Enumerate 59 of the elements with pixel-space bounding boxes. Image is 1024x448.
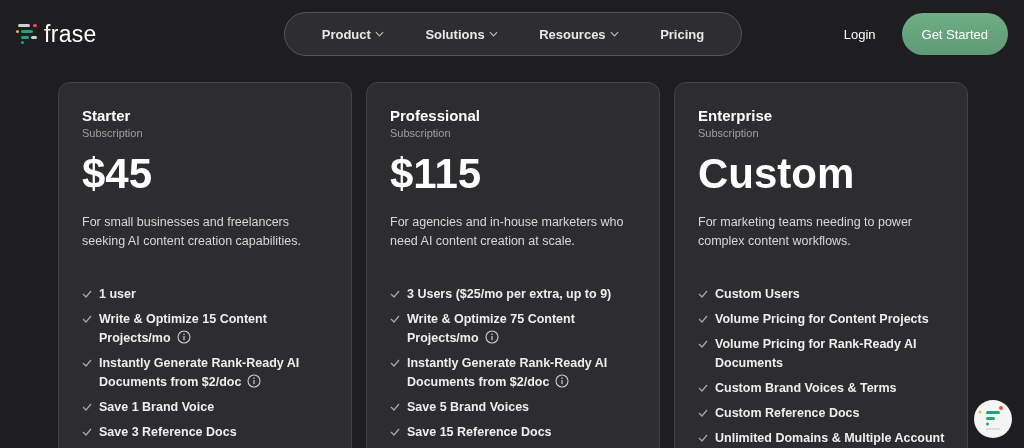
check-icon — [698, 315, 708, 324]
feature-text: Custom Users — [715, 286, 800, 304]
feature-text: Save 15 Reference Docs — [407, 424, 552, 442]
plan-name: Starter — [82, 107, 132, 124]
info-icon[interactable] — [176, 330, 191, 345]
check-icon — [698, 290, 708, 299]
chevron-down-icon — [488, 31, 498, 37]
feature-text: Save 1 Brand Voice — [99, 399, 215, 417]
logo-wordmark[interactable]: frase — [44, 20, 97, 48]
nav-link[interactable]: Pricing — [660, 26, 705, 42]
feature-text: Volume Pricing for Content Projects — [715, 311, 929, 329]
check-icon — [82, 290, 92, 299]
check-icon — [390, 403, 400, 412]
feature-text: Instantly Generate Rank-Ready AI Documents from $2/doc — [407, 355, 609, 392]
chevron-down-icon — [609, 31, 619, 37]
plan-price: $115 — [390, 151, 483, 198]
check-icon — [698, 384, 708, 393]
plan-description: For small businesses and freelancers seeking AI content creation capabilities. — [82, 214, 302, 251]
check-icon — [390, 359, 400, 368]
check-icon — [82, 428, 92, 437]
feature-text: Unlimited Domains & Multiple Account — [715, 430, 945, 448]
nav-link[interactable]: Solutions — [425, 26, 498, 42]
logo-icon[interactable] — [16, 23, 40, 45]
check-icon — [698, 340, 708, 349]
plan-type: Subscription — [698, 127, 760, 139]
info-icon[interactable] — [484, 330, 499, 345]
plan-type: Subscription — [390, 127, 452, 139]
check-icon — [698, 434, 708, 443]
feature-text: Custom Brand Voices & Terms — [715, 380, 897, 398]
feature-text: Write & Optimize 15 Content Projects/mo — [99, 311, 268, 348]
login-link[interactable]: Login — [843, 26, 876, 42]
plan-type: Subscription — [82, 127, 144, 139]
chat-widget-icon[interactable] — [974, 400, 1012, 438]
feature-text: 3 Users ($25/mo per extra, up to 9) — [407, 286, 612, 304]
info-icon[interactable] — [555, 374, 570, 389]
feature-text: Instantly Generate Rank-Ready AI Documents from $2/doc — [99, 355, 301, 392]
plan-name: Enterprise — [698, 107, 774, 124]
check-icon — [82, 359, 92, 368]
feature-text: Save 3 Reference Docs — [99, 424, 237, 442]
check-icon — [390, 315, 400, 324]
plan-description: For agencies and in-house marketers who need AI content creation at scale. — [390, 214, 625, 251]
nav-link[interactable]: Product — [321, 26, 384, 42]
feature-text: Write & Optimize 75 Content Projects/mo — [407, 311, 576, 348]
feature-text: Custom Reference Docs — [715, 405, 860, 423]
check-icon — [390, 290, 400, 299]
plan-price: Custom — [698, 151, 856, 198]
feature-text: Volume Pricing for Rank-Ready AI Documents — [715, 336, 918, 373]
plan-description: For marketing teams needing to power complex content workflows. — [698, 214, 913, 251]
check-icon — [82, 403, 92, 412]
plan-price: $45 — [82, 151, 154, 198]
plan-name: Professional — [390, 107, 482, 124]
check-icon — [390, 428, 400, 437]
info-icon[interactable] — [247, 374, 262, 389]
chevron-down-icon — [374, 31, 384, 37]
nav-link[interactable]: Resources — [539, 26, 619, 42]
feature-text: 1 user — [99, 286, 136, 304]
check-icon — [698, 409, 708, 418]
check-icon — [82, 315, 92, 324]
feature-text: Save 5 Brand Voices — [407, 399, 530, 417]
